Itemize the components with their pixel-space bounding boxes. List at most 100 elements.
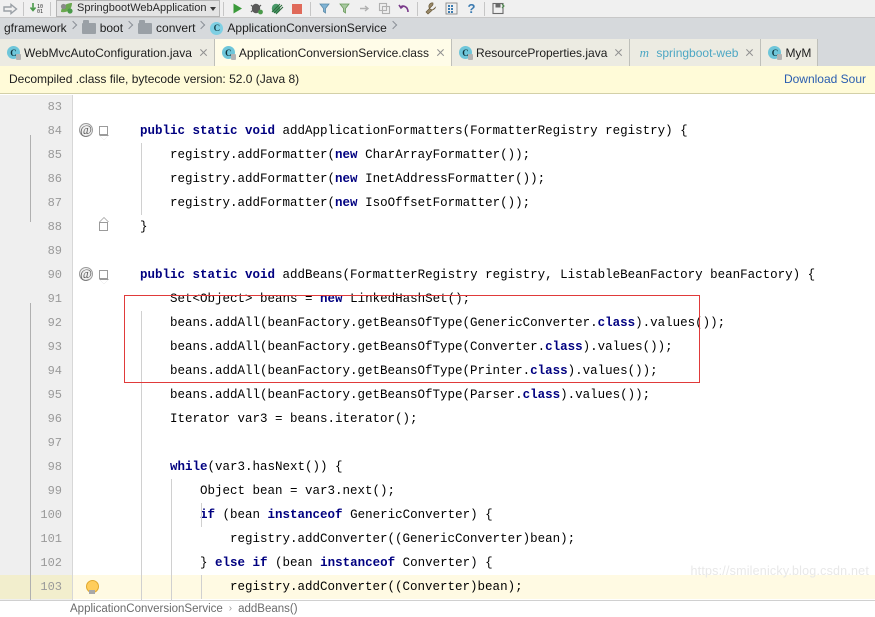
code-line[interactable]: 92 beans.addAll(beanFactory.getBeansOfTy… bbox=[0, 311, 875, 335]
run-icon[interactable] bbox=[227, 0, 247, 17]
tab-resourceproperties[interactable]: C ResourceProperties.java bbox=[452, 39, 630, 66]
gutter-marker-area[interactable] bbox=[73, 167, 110, 191]
code-line[interactable]: 96 Iterator var3 = beans.iterator(); bbox=[0, 407, 875, 431]
code-line[interactable]: 95 beans.addAll(beanFactory.getBeansOfTy… bbox=[0, 383, 875, 407]
code-text[interactable]: registry.addConverter((Converter)bean); bbox=[110, 575, 875, 599]
step-counter-icon[interactable]: 10 01 bbox=[27, 0, 47, 17]
close-icon[interactable] bbox=[614, 48, 623, 57]
annotation-at-icon[interactable]: @ bbox=[79, 267, 93, 281]
code-text[interactable]: beans.addAll(beanFactory.getBeansOfType(… bbox=[110, 383, 875, 407]
code-line[interactable]: 91 Set<Object> beans = new LinkedHashSet… bbox=[0, 287, 875, 311]
code-text[interactable] bbox=[110, 239, 875, 263]
annotation-at-icon[interactable]: @ bbox=[79, 123, 93, 137]
code-line[interactable]: 89 bbox=[0, 239, 875, 263]
code-text[interactable]: while(var3.hasNext()) { bbox=[110, 455, 875, 479]
code-text[interactable]: Iterator var3 = beans.iterator(); bbox=[110, 407, 875, 431]
breadcrumb-item-applicationconversionservice[interactable]: C ApplicationConversionService bbox=[206, 18, 388, 38]
close-icon[interactable] bbox=[199, 48, 208, 57]
filter-green-icon[interactable] bbox=[334, 0, 354, 17]
gutter-marker-area[interactable] bbox=[73, 527, 110, 551]
gutter-marker-area[interactable]: @ bbox=[73, 263, 110, 287]
code-line[interactable]: 103 registry.addConverter((Converter)bea… bbox=[0, 575, 875, 599]
gutter-marker-area[interactable] bbox=[73, 407, 110, 431]
code-line[interactable]: 99 Object bean = var3.next(); bbox=[0, 479, 875, 503]
code-text[interactable]: Set<Object> beans = new LinkedHashSet(); bbox=[110, 287, 875, 311]
forward-arrow-icon[interactable] bbox=[0, 0, 20, 17]
code-text[interactable] bbox=[110, 95, 875, 119]
gutter-marker-area[interactable] bbox=[73, 359, 110, 383]
gutter-marker-area[interactable] bbox=[73, 455, 110, 479]
filter-blue-icon[interactable] bbox=[314, 0, 334, 17]
code-line[interactable]: 83 bbox=[0, 95, 875, 119]
gutter-marker-area[interactable] bbox=[73, 191, 110, 215]
gutter-marker-area[interactable] bbox=[73, 479, 110, 503]
code-text[interactable]: beans.addAll(beanFactory.getBeansOfType(… bbox=[110, 359, 875, 383]
gutter-marker-area[interactable] bbox=[73, 503, 110, 527]
code-text[interactable] bbox=[110, 431, 875, 455]
code-line[interactable]: 94 beans.addAll(beanFactory.getBeansOfTy… bbox=[0, 359, 875, 383]
code-text[interactable]: registry.addFormatter(new CharArrayForma… bbox=[110, 143, 875, 167]
gutter-marker-area[interactable] bbox=[73, 287, 110, 311]
debug-icon[interactable] bbox=[247, 0, 267, 17]
intention-bulb-icon[interactable] bbox=[85, 580, 98, 595]
code-text[interactable]: public static void addApplicationFormatt… bbox=[110, 119, 875, 143]
settings-wrench-icon[interactable] bbox=[421, 0, 441, 17]
code-text[interactable]: registry.addConverter((GenericConverter)… bbox=[110, 527, 875, 551]
gutter-marker-area[interactable] bbox=[73, 431, 110, 455]
code-line[interactable]: 85 registry.addFormatter(new CharArrayFo… bbox=[0, 143, 875, 167]
tab-springboot-web[interactable]: m springboot-web bbox=[630, 39, 761, 66]
code-line[interactable]: 101 registry.addConverter((GenericConver… bbox=[0, 527, 875, 551]
code-line[interactable]: 88 } bbox=[0, 215, 875, 239]
code-text[interactable]: Object bean = var3.next(); bbox=[110, 479, 875, 503]
gutter-marker-area[interactable] bbox=[73, 215, 110, 239]
gutter-marker-area[interactable] bbox=[73, 95, 110, 119]
gutter-marker-area[interactable] bbox=[73, 575, 110, 599]
stop-icon[interactable] bbox=[287, 0, 307, 17]
grid-icon[interactable] bbox=[441, 0, 461, 17]
code-text[interactable]: if (bean instanceof GenericConverter) { bbox=[110, 503, 875, 527]
code-text[interactable]: registry.addFormatter(new InetAddressFor… bbox=[110, 167, 875, 191]
bottom-breadcrumb-method[interactable]: addBeans() bbox=[238, 602, 297, 616]
tab-webmvcautoconfiguration[interactable]: C WebMvcAutoConfiguration.java bbox=[0, 39, 215, 66]
code-text[interactable]: beans.addAll(beanFactory.getBeansOfType(… bbox=[110, 311, 875, 335]
code-line[interactable]: 98 while(var3.hasNext()) { bbox=[0, 455, 875, 479]
code-text[interactable]: public static void addBeans(FormatterReg… bbox=[110, 263, 875, 287]
breadcrumb-item-convert[interactable]: convert bbox=[134, 18, 197, 38]
gutter-marker-area[interactable] bbox=[73, 239, 110, 263]
close-icon[interactable] bbox=[436, 48, 445, 57]
copy-icon[interactable] bbox=[374, 0, 394, 17]
chevron-down-icon[interactable] bbox=[210, 7, 216, 11]
code-text[interactable]: } bbox=[110, 215, 875, 239]
code-line[interactable]: 97 bbox=[0, 431, 875, 455]
gutter-marker-area[interactable] bbox=[73, 143, 110, 167]
code-fold-toggle-icon[interactable] bbox=[99, 126, 108, 135]
code-line[interactable]: 86 registry.addFormatter(new InetAddress… bbox=[0, 167, 875, 191]
close-icon[interactable] bbox=[745, 48, 754, 57]
gutter-marker-area[interactable] bbox=[73, 383, 110, 407]
code-fold-toggle-icon[interactable] bbox=[99, 222, 108, 231]
tab-applicationconversionservice[interactable]: C ApplicationConversionService.class bbox=[215, 39, 452, 66]
run-configuration-selector[interactable]: SpringbootWebApplication bbox=[56, 0, 220, 17]
breadcrumb-item-gframework[interactable]: gframework bbox=[0, 18, 69, 38]
code-line[interactable]: 87 registry.addFormatter(new IsoOffsetFo… bbox=[0, 191, 875, 215]
download-sources-link[interactable]: Download Sour bbox=[784, 72, 866, 87]
tab-mym[interactable]: C MyM bbox=[761, 39, 818, 66]
jump-to-source-icon[interactable] bbox=[354, 0, 374, 17]
gutter-marker-area[interactable] bbox=[73, 551, 110, 575]
code-line[interactable]: 84@ public static void addApplicationFor… bbox=[0, 119, 875, 143]
gutter-marker-area[interactable] bbox=[73, 335, 110, 359]
breadcrumb-item-boot[interactable]: boot bbox=[78, 18, 125, 38]
save-all-icon[interactable] bbox=[488, 0, 508, 17]
gutter-marker-area[interactable] bbox=[73, 311, 110, 335]
code-editor[interactable]: 8384@ public static void addApplicationF… bbox=[0, 95, 875, 600]
code-line[interactable]: 100 if (bean instanceof GenericConverter… bbox=[0, 503, 875, 527]
code-text[interactable]: registry.addFormatter(new IsoOffsetForma… bbox=[110, 191, 875, 215]
code-line[interactable]: 93 beans.addAll(beanFactory.getBeansOfTy… bbox=[0, 335, 875, 359]
code-text[interactable]: beans.addAll(beanFactory.getBeansOfType(… bbox=[110, 335, 875, 359]
undo-icon[interactable] bbox=[394, 0, 414, 17]
run-with-coverage-icon[interactable] bbox=[267, 0, 287, 17]
code-fold-toggle-icon[interactable] bbox=[99, 270, 108, 279]
bottom-breadcrumb-class[interactable]: ApplicationConversionService bbox=[70, 602, 223, 616]
gutter-marker-area[interactable]: @ bbox=[73, 119, 110, 143]
code-line[interactable]: 90@ public static void addBeans(Formatte… bbox=[0, 263, 875, 287]
